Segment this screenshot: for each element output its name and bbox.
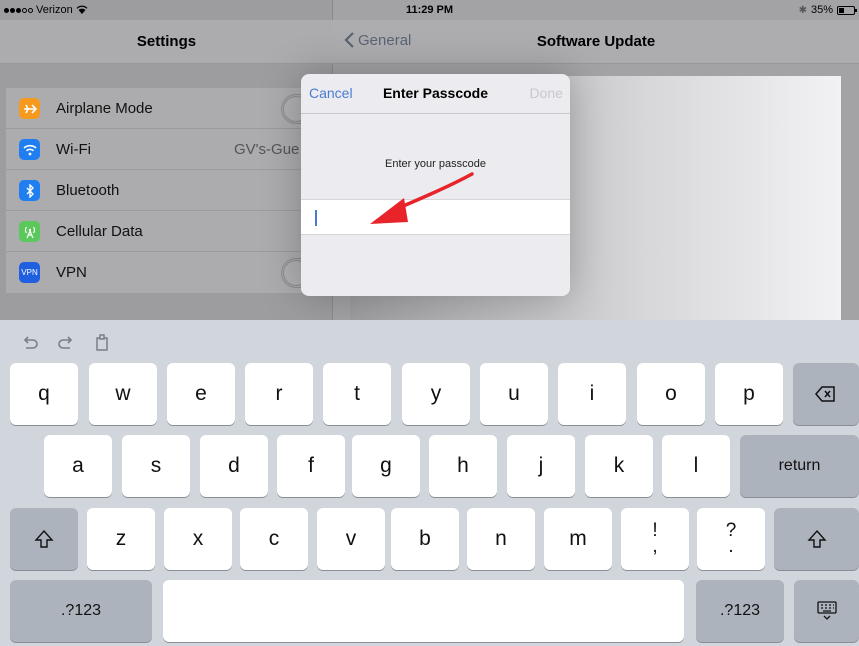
- shift-key-right[interactable]: [774, 508, 859, 570]
- modal-header: Cancel Enter Passcode Done: [301, 74, 570, 114]
- space-bar[interactable]: [163, 580, 684, 642]
- bluetooth-icon: [19, 180, 40, 201]
- vpn-icon: VPN: [19, 262, 40, 283]
- key-l[interactable]: l: [662, 435, 730, 497]
- annotation-arrow-icon: [370, 172, 474, 224]
- settings-nav-bar: Settings: [0, 20, 333, 64]
- settings-row-vpn[interactable]: VPN VPN: [6, 252, 333, 293]
- key-q[interactable]: q: [10, 363, 78, 425]
- key-exclamation-comma[interactable]: !,: [621, 508, 689, 570]
- key-y[interactable]: y: [402, 363, 470, 425]
- key-k[interactable]: k: [585, 435, 653, 497]
- status-time: 11:29 PM: [405, 4, 454, 16]
- backspace-icon: [815, 386, 835, 402]
- page-title: Software Update: [536, 33, 656, 50]
- keyboard: q w e r t y u i o p a s d f g h j k l re…: [0, 320, 859, 646]
- settings-row-label: VPN: [56, 264, 87, 281]
- key-e[interactable]: e: [167, 363, 235, 425]
- settings-row-label: Wi-Fi: [56, 141, 91, 158]
- numbers-key-right[interactable]: .?123: [696, 580, 784, 642]
- key-u[interactable]: u: [480, 363, 548, 425]
- key-s[interactable]: s: [122, 435, 190, 497]
- keyboard-shortcut-bar: [20, 332, 112, 352]
- key-c[interactable]: c: [240, 508, 308, 570]
- key-n[interactable]: n: [467, 508, 535, 570]
- key-j[interactable]: j: [507, 435, 575, 497]
- settings-row-label: Cellular Data: [56, 223, 143, 240]
- text-cursor: [315, 210, 317, 226]
- shift-icon: [34, 529, 54, 548]
- done-button[interactable]: Done: [530, 85, 563, 101]
- bluetooth-status-icon: ✱: [798, 4, 807, 16]
- settings-row-wifi[interactable]: Wi-Fi GV's-Gue: [6, 129, 333, 170]
- numbers-key-left[interactable]: .?123: [10, 580, 152, 642]
- cellular-icon: [19, 221, 40, 242]
- key-g[interactable]: g: [352, 435, 420, 497]
- key-z[interactable]: z: [87, 508, 155, 570]
- shift-key-left[interactable]: [10, 508, 78, 570]
- key-bottom-char: .: [728, 536, 734, 557]
- settings-list: Airplane Mode Wi-Fi GV's-Gue Bluetooth C…: [6, 88, 333, 293]
- settings-pane: Settings Airplane Mode Wi-Fi GV's-Gue Bl…: [0, 0, 333, 320]
- status-right: ✱ 35%: [798, 4, 857, 16]
- key-m[interactable]: m: [544, 508, 612, 570]
- key-r[interactable]: r: [245, 363, 313, 425]
- settings-row-cellular-data[interactable]: Cellular Data: [6, 211, 333, 252]
- key-bottom-char: ,: [652, 536, 658, 557]
- dismiss-keyboard-key[interactable]: [794, 580, 859, 642]
- settings-row-label: Bluetooth: [56, 182, 120, 199]
- settings-row-airplane-mode[interactable]: Airplane Mode: [6, 88, 333, 129]
- key-h[interactable]: h: [429, 435, 497, 497]
- key-v[interactable]: v: [317, 508, 385, 570]
- wifi-network-value: GV's-Gue: [234, 141, 300, 158]
- battery-icon: [837, 5, 857, 15]
- undo-icon[interactable]: [20, 332, 40, 352]
- key-d[interactable]: d: [200, 435, 268, 497]
- wifi-icon: [19, 139, 40, 160]
- settings-title: Settings: [136, 33, 197, 50]
- software-update-nav-bar: General Software Update: [333, 20, 859, 64]
- settings-row-label: Airplane Mode: [56, 100, 153, 117]
- key-x[interactable]: x: [164, 508, 232, 570]
- battery-percent: 35%: [810, 4, 833, 16]
- key-a[interactable]: a: [44, 435, 112, 497]
- key-i[interactable]: i: [558, 363, 626, 425]
- settings-row-bluetooth[interactable]: Bluetooth: [6, 170, 333, 211]
- key-f[interactable]: f: [277, 435, 345, 497]
- keyboard-dismiss-icon: [816, 601, 837, 620]
- paste-icon[interactable]: [92, 332, 112, 352]
- redo-icon[interactable]: [56, 332, 76, 352]
- key-p[interactable]: p: [715, 363, 783, 425]
- key-w[interactable]: w: [89, 363, 157, 425]
- airplane-icon: [19, 98, 40, 119]
- key-t[interactable]: t: [323, 363, 391, 425]
- status-bar: Verizon 11:29 PM ✱ 35%: [0, 0, 859, 20]
- key-b[interactable]: b: [391, 508, 459, 570]
- key-o[interactable]: o: [637, 363, 705, 425]
- shift-icon: [806, 529, 827, 548]
- return-key[interactable]: return: [740, 435, 859, 497]
- backspace-key[interactable]: [793, 363, 859, 425]
- key-question-period[interactable]: ?.: [697, 508, 765, 570]
